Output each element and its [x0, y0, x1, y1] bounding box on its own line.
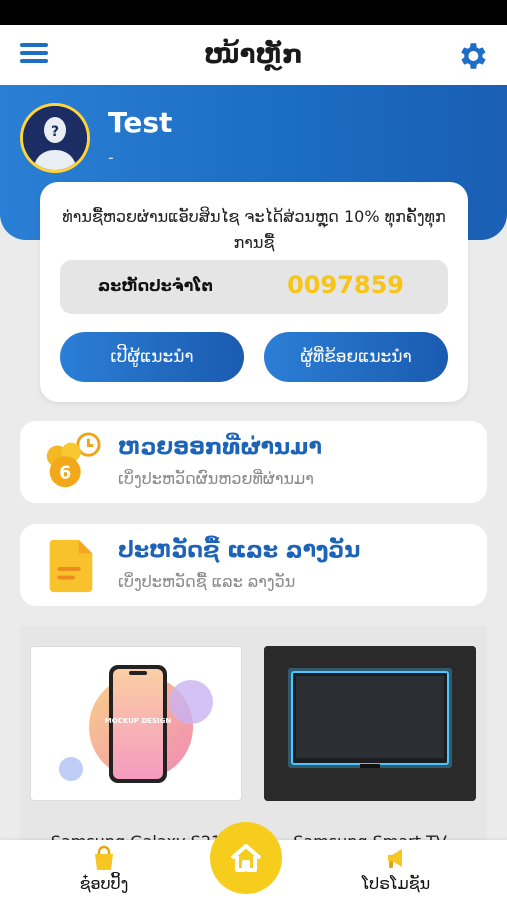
megaphone-icon: [388, 849, 402, 868]
user-subtitle: -: [108, 148, 114, 167]
code-label: ລະຫັດປະຈຳໂຕ: [98, 276, 213, 295]
open-referrer-button[interactable]: ເປີຜູ້ແນະນຳ: [60, 332, 244, 382]
nav-shop-label: ຊ໋ອບປິ້ງ: [79, 874, 129, 893]
phone-mockup-text: MOCKUP DESIGN: [105, 717, 172, 725]
tv-product-image: [264, 646, 476, 801]
past-lottery-results-card[interactable]: 6 ຫວຍອອກທີ່ຜ່ານມາ ເບິ່ງປະຫວັດຜົນຫວຍທີ່ຜ່…: [20, 421, 487, 503]
referral-card: ທ່ານຊື້ຫວຍຜ່ານແອັບສິນໄຊ ຈະໄດ້ສ່ວນຫຼຸດ 10…: [40, 182, 468, 402]
shopping-bag-icon: [95, 845, 113, 870]
code-value: 0097859: [287, 271, 404, 299]
phone-product-image: MOCKUP DESIGN: [59, 665, 213, 783]
lottery-balls-clock-icon: 6: [46, 432, 101, 488]
product-card-phone[interactable]: MOCKUP DESIGN: [30, 646, 242, 801]
page-title: ໜ້າຫຼັກ: [204, 40, 303, 70]
discount-info-text: ທ່ານຊື້ຫວຍຜ່ານແອັບສິນໄຊ ຈະໄດ້ສ່ວນຫຼຸດ 10…: [62, 207, 446, 252]
user-silhouette-icon: ?: [23, 106, 87, 170]
product-showcase: MOCKUP DESIGN Samsung Galaxy S21 Samsung…: [20, 626, 487, 851]
menu-title: ປະຫວັດຊື້ ແລະ ລາງວັນ: [118, 538, 361, 563]
home-icon: [230, 844, 262, 872]
app-header: ໜ້າຫຼັກ: [0, 25, 507, 85]
home-button[interactable]: [210, 822, 282, 894]
product-card-tv[interactable]: [264, 646, 476, 801]
svg-text:?: ?: [51, 124, 59, 140]
nav-shop[interactable]: ຊ໋ອບປິ້ງ: [44, 840, 164, 900]
personal-code-box: ລະຫັດປະຈຳໂຕ 0097859: [60, 260, 448, 314]
hamburger-menu-icon[interactable]: [20, 43, 50, 67]
nav-promotion[interactable]: ໂປຣໂມຊັນ: [336, 840, 456, 900]
status-bar: [0, 0, 507, 25]
lottery-ball-number: 6: [59, 463, 71, 483]
avatar[interactable]: ?: [20, 103, 90, 173]
my-referrals-button[interactable]: ຜູ້ທີ່ຂ້ອຍແນະນຳ: [264, 332, 448, 382]
purchase-history-card[interactable]: ປະຫວັດຊື້ ແລະ ລາງວັນ ເບິ່ງປະຫວັດຊື້ ແລະ …: [20, 524, 487, 606]
gear-icon[interactable]: [455, 39, 489, 73]
menu-subtitle: ເບິ່ງປະຫວັດຜົນຫວຍທີ່ຜ່ານມາ: [118, 469, 314, 488]
user-name: Test: [108, 106, 173, 139]
nav-promotion-label: ໂປຣໂມຊັນ: [361, 874, 431, 893]
menu-subtitle: ເບິ່ງປະຫວັດຊື້ ແລະ ລາງວັນ: [118, 572, 296, 591]
menu-title: ຫວຍອອກທີ່ຜ່ານມາ: [118, 435, 322, 460]
document-icon: [49, 539, 93, 593]
